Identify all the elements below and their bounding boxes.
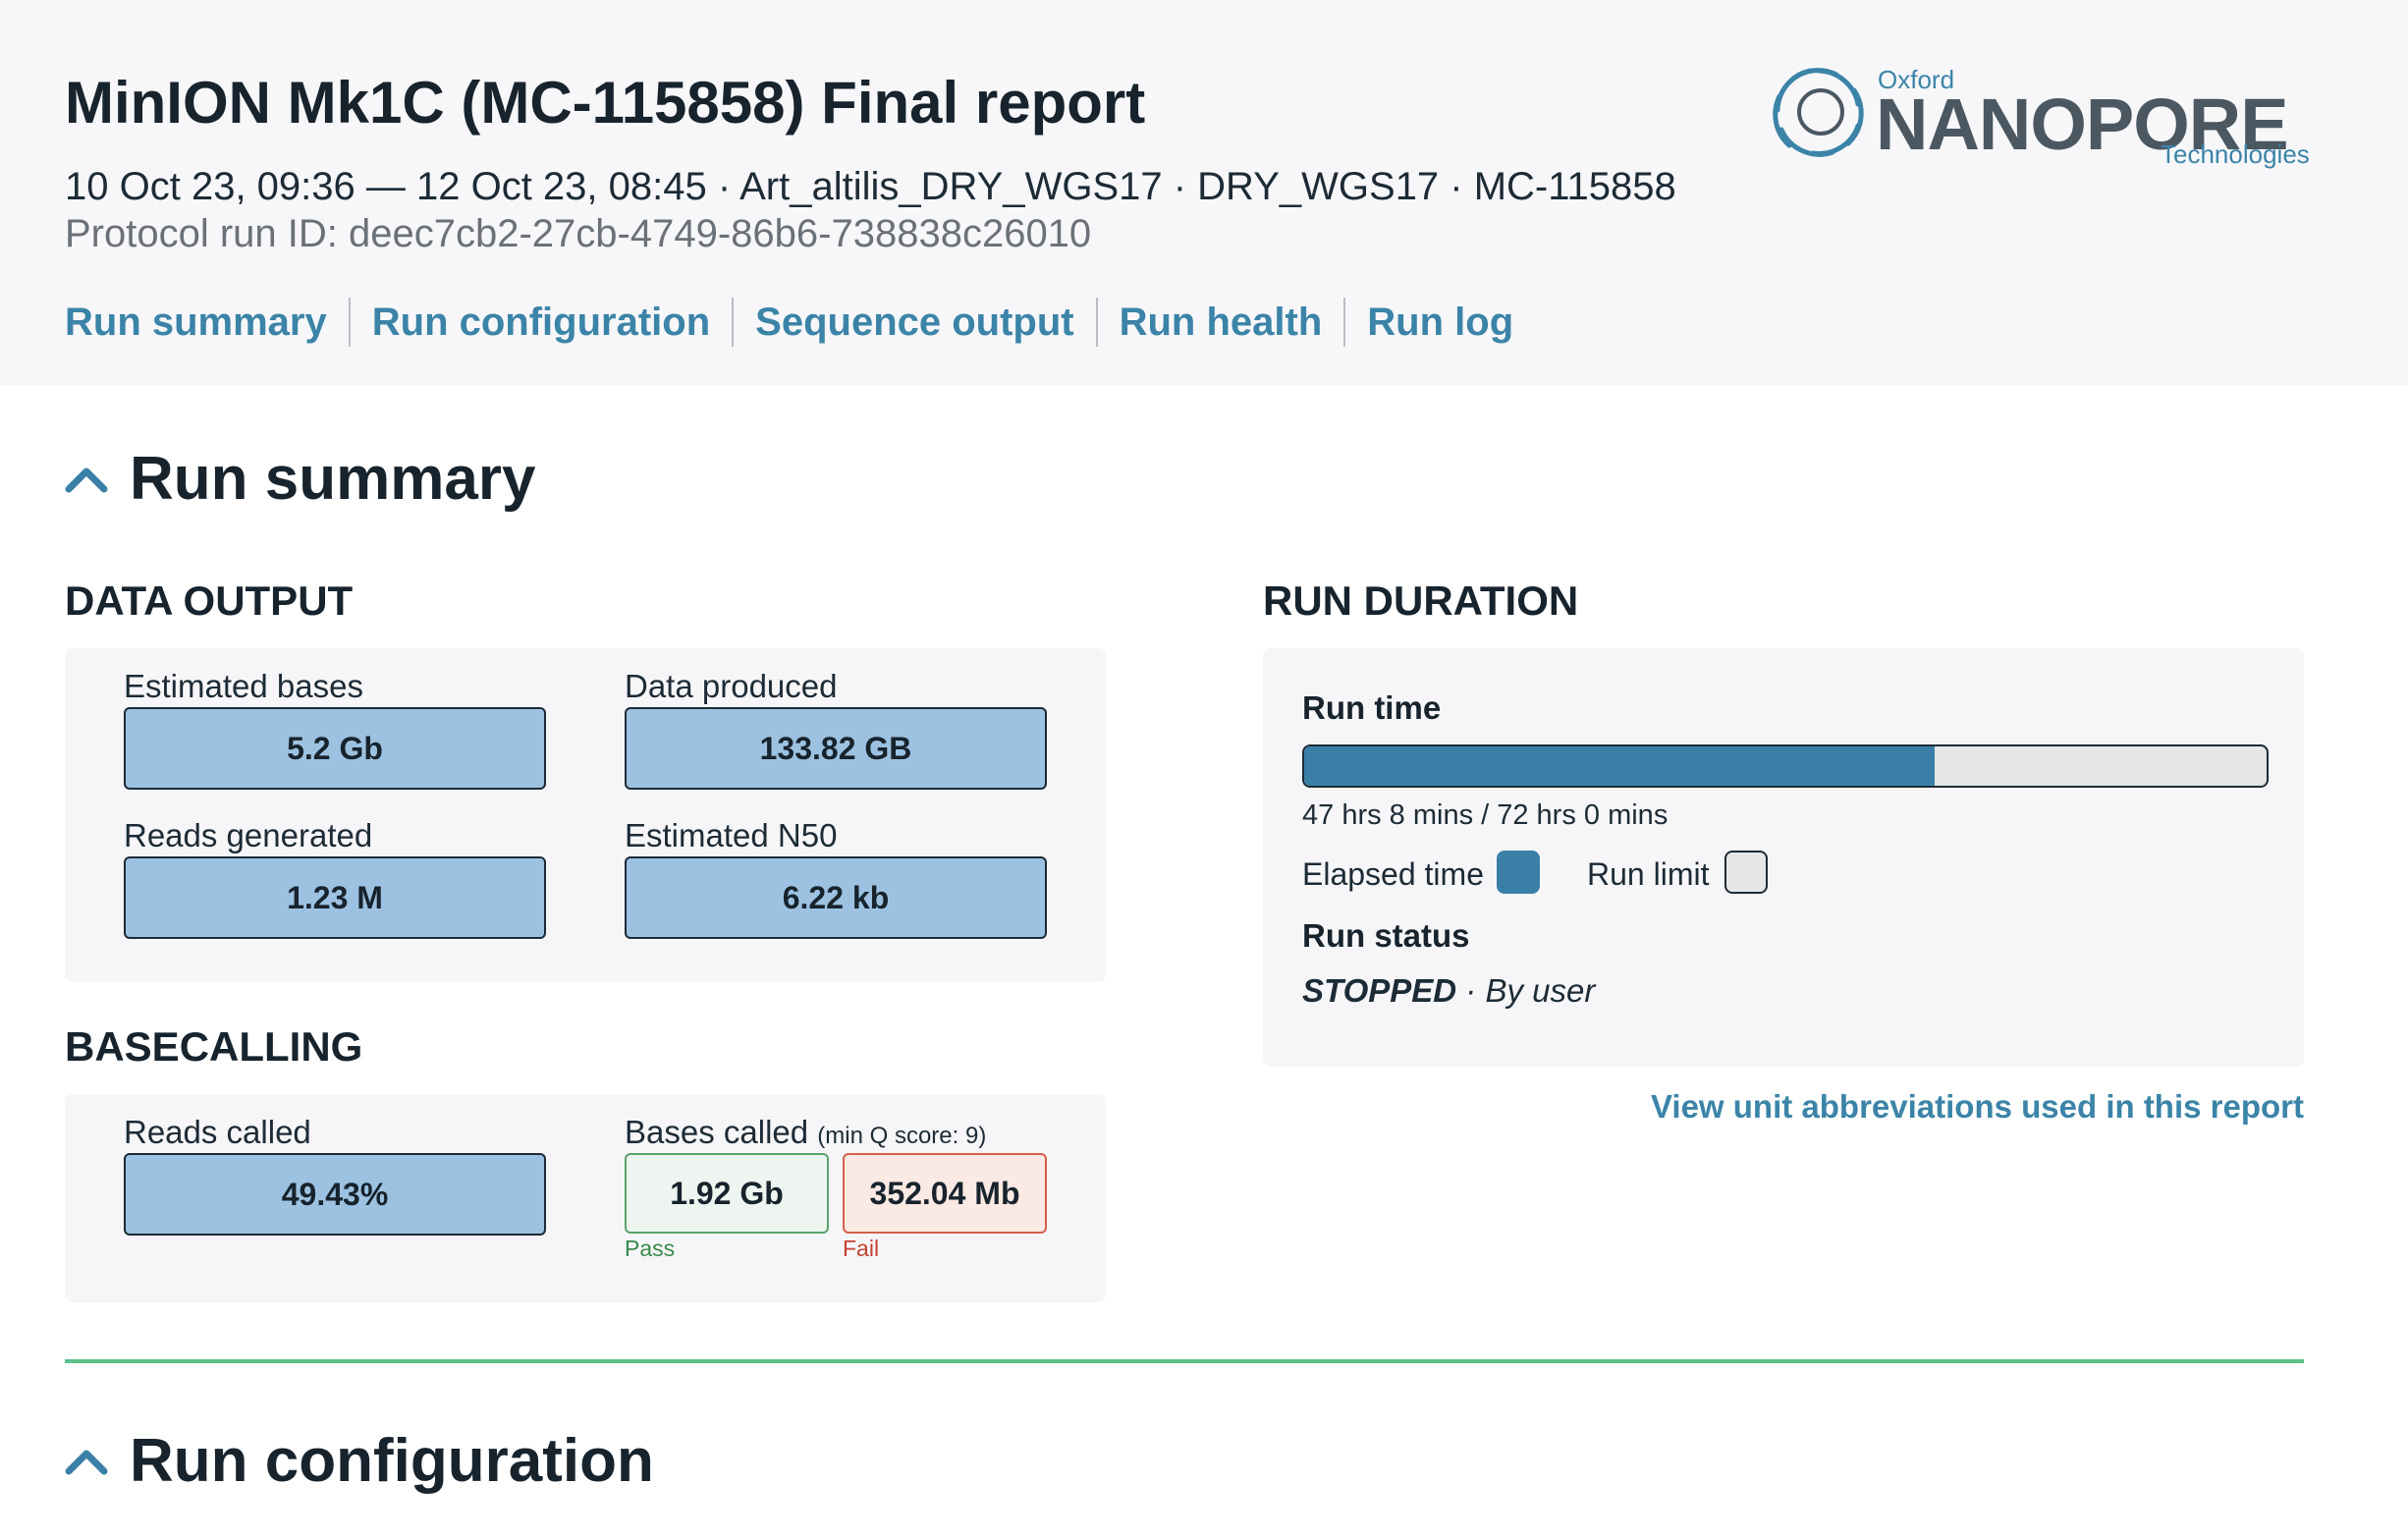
reads-called-value: 49.43% bbox=[124, 1153, 546, 1236]
logo-technologies-text: Technologies bbox=[2161, 139, 2310, 169]
nanopore-swirl-icon bbox=[1773, 68, 1864, 157]
run-configuration-heading: Run configuration bbox=[130, 1427, 654, 1495]
reads-called-label: Reads called bbox=[124, 1114, 311, 1150]
legend-elapsed-swatch bbox=[1497, 851, 1540, 894]
run-time-text: 47 hrs 8 mins / 72 hrs 0 mins bbox=[1302, 799, 1669, 831]
nav-sequence-output[interactable]: Sequence output bbox=[732, 298, 1095, 347]
reads-generated-label: Reads generated bbox=[124, 817, 373, 853]
chevron-up-icon bbox=[65, 468, 108, 492]
min-q-score-note: (min Q score: 9) bbox=[817, 1123, 987, 1149]
section-nav: Run summary Run configuration Sequence o… bbox=[65, 295, 1535, 350]
data-produced-value: 133.82 GB bbox=[625, 707, 1047, 790]
estimated-bases-label: Estimated bases bbox=[124, 668, 363, 704]
run-status-state: STOPPED bbox=[1302, 972, 1457, 1009]
nav-run-health[interactable]: Run health bbox=[1095, 298, 1344, 347]
run-meta: 10 Oct 23, 09:36 — 12 Oct 23, 08:45 · Ar… bbox=[65, 165, 1676, 208]
nav-run-configuration[interactable]: Run configuration bbox=[348, 298, 732, 347]
unit-abbreviations-link[interactable]: View unit abbreviations used in this rep… bbox=[1651, 1088, 2304, 1126]
bases-fail-value: 352.04 Mb bbox=[843, 1153, 1047, 1234]
reads-generated-value: 1.23 M bbox=[124, 856, 546, 939]
run-time-bar bbox=[1302, 744, 2269, 788]
legend-limit-label: Run limit bbox=[1587, 856, 1710, 892]
data-output-heading: DATA OUTPUT bbox=[65, 578, 354, 624]
oxford-nanopore-logo: Oxford NANOPORE Technologies bbox=[1768, 61, 2337, 179]
run-status-reason: · By user bbox=[1465, 972, 1596, 1009]
fail-label: Fail bbox=[843, 1236, 880, 1261]
protocol-run-id: Protocol run ID: deec7cb2-27cb-4749-86b6… bbox=[65, 212, 1092, 255]
pass-label: Pass bbox=[625, 1236, 676, 1261]
chevron-up-icon bbox=[65, 1450, 108, 1474]
bases-called-label: Bases called (min Q score: 9) bbox=[625, 1114, 986, 1151]
section-divider bbox=[65, 1359, 2304, 1363]
nav-run-summary[interactable]: Run summary bbox=[65, 298, 349, 347]
nav-run-log[interactable]: Run log bbox=[1343, 298, 1535, 347]
legend-elapsed-label: Elapsed time bbox=[1302, 856, 1484, 892]
report-header: MinION Mk1C (MC-115858) Final report 10 … bbox=[0, 0, 2408, 385]
run-configuration-toggle[interactable]: Run configuration bbox=[65, 1426, 654, 1496]
estimated-n50-value: 6.22 kb bbox=[625, 856, 1047, 939]
page-title: MinION Mk1C (MC-115858) Final report bbox=[65, 70, 1146, 136]
run-summary-toggle[interactable]: Run summary bbox=[65, 444, 535, 514]
basecalling-heading: BASECALLING bbox=[65, 1023, 363, 1070]
estimated-n50-label: Estimated N50 bbox=[625, 817, 838, 853]
bases-called-label-text: Bases called bbox=[625, 1114, 809, 1150]
run-time-elapsed-fill bbox=[1304, 746, 1935, 786]
run-summary-heading: Run summary bbox=[130, 445, 536, 513]
run-status-value: STOPPED · By user bbox=[1302, 972, 1595, 1010]
run-status-label: Run status bbox=[1302, 917, 1470, 954]
legend-limit-swatch bbox=[1724, 851, 1768, 894]
estimated-bases-value: 5.2 Gb bbox=[124, 707, 546, 790]
run-time-label: Run time bbox=[1302, 689, 1442, 726]
bases-pass-value: 1.92 Gb bbox=[625, 1153, 829, 1234]
data-produced-label: Data produced bbox=[625, 668, 838, 704]
run-duration-heading: RUN DURATION bbox=[1263, 578, 1579, 624]
